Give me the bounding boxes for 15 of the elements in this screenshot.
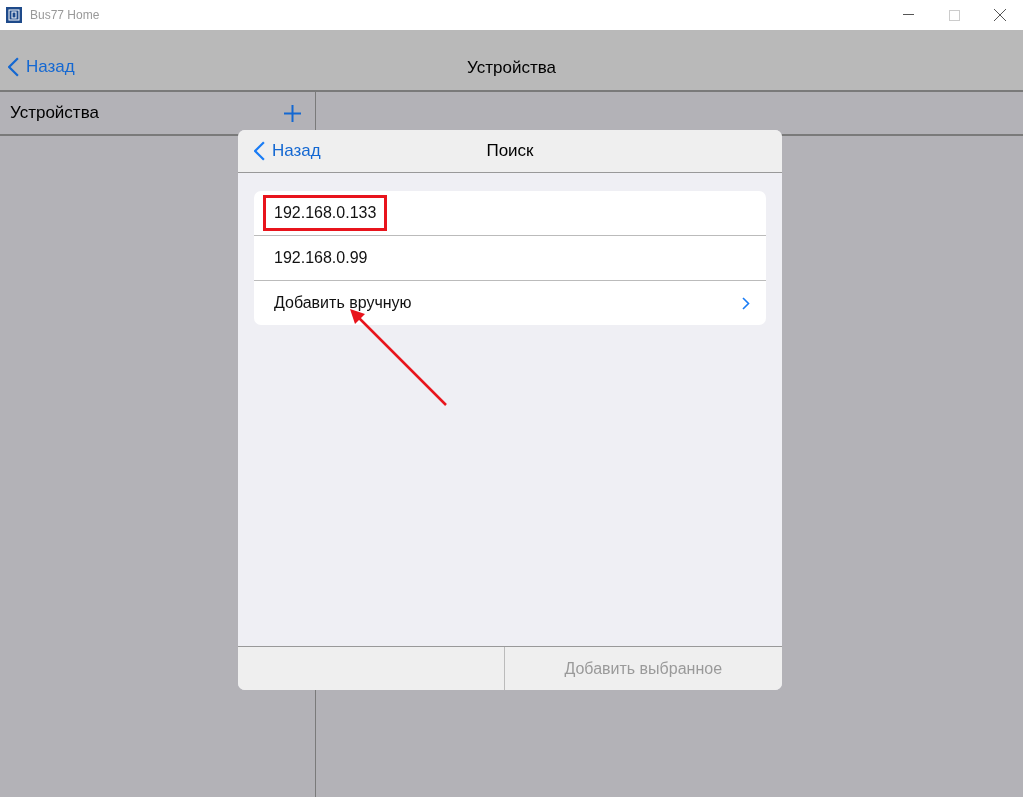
sidebar-title: Устройства <box>10 103 99 123</box>
chevron-left-icon <box>8 57 19 77</box>
device-row[interactable]: 192.168.0.133 <box>254 191 766 236</box>
add-icon[interactable] <box>284 104 301 122</box>
page-title: Устройства <box>467 58 556 78</box>
window-title: Bus77 Home <box>30 8 101 22</box>
chevron-right-icon <box>742 296 750 310</box>
device-row[interactable]: 192.168.0.99 <box>254 236 766 281</box>
app-icon <box>6 7 22 23</box>
add-manually-row[interactable]: Добавить вручную <box>254 281 766 325</box>
dialog-title: Поиск <box>486 141 534 161</box>
chevron-left-icon <box>254 141 265 161</box>
close-icon[interactable] <box>994 9 1006 21</box>
back-button[interactable]: Назад <box>238 140 487 162</box>
minimize-icon[interactable] <box>902 14 914 16</box>
